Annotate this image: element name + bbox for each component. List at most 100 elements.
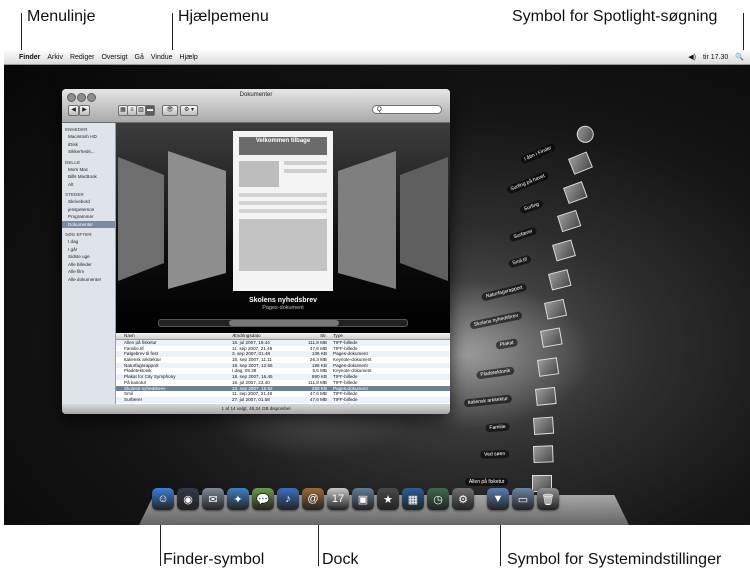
spaces-icon[interactable]: ▦: [402, 488, 424, 510]
sidebar-item[interactable]: Mors Mac: [68, 166, 115, 174]
search-field[interactable]: Q: [372, 105, 442, 114]
action-menu-button[interactable]: ⚙ ▾: [180, 105, 198, 116]
cover-right-far[interactable]: [400, 157, 448, 281]
iphoto-icon[interactable]: ▣: [352, 488, 374, 510]
sidebar-section-title: SØG EFTER: [65, 232, 92, 237]
stack-item-label: I åbn i Finder: [519, 142, 557, 165]
back-button[interactable]: ◀: [68, 105, 79, 116]
menu-clock[interactable]: tir 17.30: [703, 54, 728, 61]
time-machine-icon[interactable]: ◷: [427, 488, 449, 510]
imovie-icon[interactable]: ★: [377, 488, 399, 510]
documents-stack-icon[interactable]: ▭: [512, 488, 534, 510]
sidebar-item[interactable]: Alle film: [68, 268, 115, 276]
cover-left-near[interactable]: [168, 151, 226, 289]
window-title: Dokumenter: [239, 92, 273, 98]
ichat-icon[interactable]: 💬: [252, 488, 274, 510]
menu-hjaelp[interactable]: Hjælp: [180, 54, 198, 61]
cover-right-near[interactable]: [338, 151, 396, 289]
status-bar: 1 af 14 valgt, 45,24 GB disponibel: [62, 404, 450, 414]
menu-vindue[interactable]: Vindue: [151, 54, 173, 61]
system-preferences-icon[interactable]: ⚙: [452, 488, 474, 510]
caption-subtitle: Pages-dokument: [262, 305, 304, 311]
stack-thumbnail: [557, 210, 582, 233]
sidebar-item[interactable]: I går: [68, 246, 115, 254]
sidebar-item[interactable]: iDisk: [68, 141, 115, 149]
sidebar-item[interactable]: Alle billeder: [68, 261, 115, 269]
sidebar-item[interactable]: I dag: [68, 238, 115, 246]
safari-icon[interactable]: ✦: [227, 488, 249, 510]
callout-line-dock: [318, 523, 319, 566]
stack-item-label: Smil.tif: [508, 254, 533, 269]
finder-sidebar: ENHEDER Macintosh HD iDisk Sikkerheds... DEL…: [62, 123, 116, 404]
downloads-stack-icon[interactable]: ▼: [487, 488, 509, 510]
stack-thumbnail: [543, 298, 567, 320]
sidebar-section-title: DELLE: [65, 159, 81, 165]
cover-center-photo: [239, 161, 279, 187]
stack-thumbnail: [532, 445, 554, 464]
sidebar-section-title: ENHEDER: [65, 127, 88, 132]
stack-thumbnail: [537, 357, 560, 377]
column-header-size[interactable]: Str.: [296, 333, 333, 339]
desktop[interactable]: Finder Arkiv Rediger Oversigt Gå Vindue …: [4, 50, 750, 525]
menu-extras: ◀) tir 17.30 🔍: [688, 50, 744, 64]
cover-center-title: Velkommen tilbage: [255, 138, 311, 144]
sidebar-item[interactable]: Bills MacBook: [68, 173, 115, 181]
stack-item-label: Surfærer: [509, 226, 538, 243]
stack-thumbnail: [562, 180, 588, 204]
menu-arkiv[interactable]: Arkiv: [47, 54, 63, 61]
sidebar-item[interactable]: Alle dokumenter: [68, 276, 115, 284]
menu-oversigt[interactable]: Oversigt: [101, 54, 127, 61]
cover-center-textline: [284, 169, 327, 173]
stack-item-label: Surfing på havet: [506, 170, 551, 195]
sidebar-item[interactable]: Macintosh HD: [68, 133, 115, 141]
callout-menubar: Menulinje: [27, 8, 96, 25]
stack-item-label: Allen på fisketur: [464, 478, 509, 486]
callout-finder-symbol: Finder-symbol: [163, 551, 265, 568]
column-header-name[interactable]: Navn: [116, 333, 232, 339]
dock: ☺ ◉ ✉ ✦ 💬 ♪ @17 ▣ ★ ▦ ◷ ⚙ ▼ ▭ 🗑: [152, 488, 559, 520]
quicklook-button[interactable]: 👁: [162, 105, 178, 116]
menu-ga[interactable]: Gå: [135, 54, 144, 61]
menu-rediger[interactable]: Rediger: [70, 54, 95, 61]
sidebar-item[interactable]: Programmer: [68, 213, 115, 221]
cover-left-far[interactable]: [118, 157, 164, 281]
cover-center-textline: [239, 201, 327, 205]
view-coverflow-button[interactable]: ▬: [145, 105, 155, 116]
mail-icon[interactable]: ✉: [202, 488, 224, 510]
forward-button[interactable]: ▶: [79, 105, 90, 116]
stack-thumbnail: [568, 151, 594, 175]
column-header-type[interactable]: Type: [333, 333, 450, 339]
file-list-header: Navn Ændringsdato Str. Type: [116, 333, 450, 340]
cover-center-textline: [239, 209, 327, 213]
sidebar-item[interactable]: jenspeterson: [68, 206, 115, 214]
sidebar-item[interactable]: Sikkerheds...: [68, 148, 115, 156]
address-book-icon[interactable]: @: [302, 488, 324, 510]
sidebar-item[interactable]: Skrivebord: [68, 198, 115, 206]
coverflow-scrollbar[interactable]: [158, 319, 408, 327]
dashboard-icon[interactable]: ◉: [177, 488, 199, 510]
sidebar-section-title: STEDER: [65, 192, 84, 197]
file-rows: Allen på fisketur 16. jul 2007, 19.44 111,…: [116, 340, 450, 408]
finder-icon[interactable]: ☺: [152, 488, 174, 510]
stack-item-label: Ved søen: [479, 450, 509, 460]
ical-icon[interactable]: 17: [327, 488, 349, 510]
menu-finder[interactable]: Finder: [19, 54, 40, 61]
column-header-date[interactable]: Ændringsdato: [232, 333, 296, 339]
cover-center-textline: [239, 193, 327, 197]
coverflow-caption: Skolens nyhedsbrev Pages-dokument: [116, 297, 450, 311]
sidebar-item[interactable]: Alt: [68, 181, 115, 189]
coverflow-view[interactable]: Velkommen tilbage Skolens nyhedsbrev Pag…: [116, 123, 450, 333]
sidebar-item[interactable]: Sidste uge: [68, 253, 115, 261]
open-in-finder-icon: [574, 123, 597, 146]
spotlight-icon[interactable]: 🔍: [735, 53, 744, 61]
cover-center-photo: [239, 219, 327, 271]
trash-icon[interactable]: 🗑: [537, 488, 559, 510]
coverflow-scroll-thumb[interactable]: [229, 320, 339, 326]
caption-title: Skolens nyhedsbrev: [248, 297, 318, 304]
volume-icon[interactable]: ◀): [688, 53, 696, 61]
callout-system-prefs: Symbol for Systemindstillinger: [507, 551, 722, 568]
callout-spotlight: Symbol for Spotlight-søgning: [512, 8, 718, 25]
itunes-icon[interactable]: ♪: [277, 488, 299, 510]
sidebar-item[interactable]: Dokumenter: [62, 220, 115, 228]
finder-titlebar[interactable]: Dokumenter ◀ ▶ ▦ ≡ ▥ ▬ 👁 ⚙ ▾ Q: [62, 89, 450, 123]
